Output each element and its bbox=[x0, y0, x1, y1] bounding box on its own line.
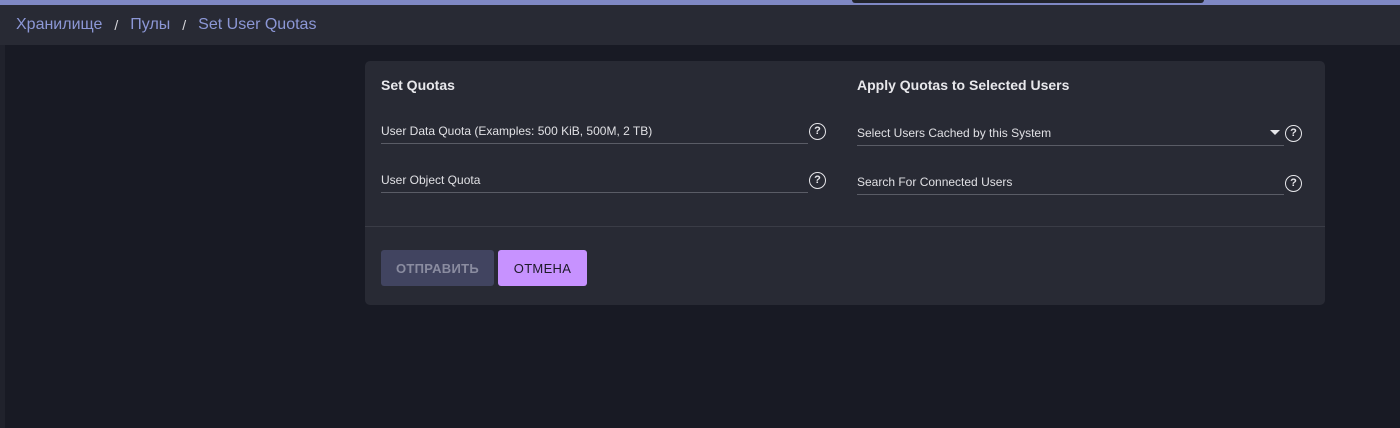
user-data-quota-label: User Data Quota (Examples: 500 KiB, 500M… bbox=[381, 124, 653, 138]
apply-quotas-title: Apply Quotas to Selected Users bbox=[857, 77, 1070, 93]
sidebar-edge bbox=[0, 45, 5, 428]
top-popup-edge bbox=[852, 0, 1204, 3]
help-icon[interactable]: ? bbox=[1285, 125, 1302, 142]
set-quotas-title: Set Quotas bbox=[381, 77, 455, 93]
breadcrumb: Хранилище / Пулы / Set User Quotas bbox=[0, 5, 1400, 45]
submit-button[interactable]: ОТПРАВИТЬ bbox=[381, 250, 494, 286]
help-icon[interactable]: ? bbox=[1285, 175, 1302, 192]
search-connected-users-label: Search For Connected Users bbox=[857, 175, 1013, 189]
select-cached-users-select[interactable]: Select Users Cached by this System bbox=[857, 120, 1284, 146]
user-data-quota-input[interactable]: User Data Quota (Examples: 500 KiB, 500M… bbox=[381, 118, 808, 144]
user-object-quota-label: User Object Quota bbox=[381, 173, 481, 187]
breadcrumb-current-page: Set User Quotas bbox=[198, 16, 317, 33]
cancel-button[interactable]: ОТМЕНА bbox=[498, 250, 587, 286]
search-connected-users-input[interactable]: Search For Connected Users bbox=[857, 169, 1284, 195]
caret-down-icon[interactable] bbox=[1270, 130, 1280, 135]
quotas-form-card: Set Quotas User Data Quota (Examples: 50… bbox=[365, 61, 1325, 305]
help-icon[interactable]: ? bbox=[809, 123, 826, 140]
select-cached-users-label: Select Users Cached by this System bbox=[857, 126, 1052, 140]
actions-divider bbox=[365, 226, 1325, 227]
breadcrumb-pools-link[interactable]: Пулы bbox=[130, 16, 170, 34]
breadcrumb-separator: / bbox=[114, 17, 119, 33]
help-icon[interactable]: ? bbox=[809, 172, 826, 189]
user-object-quota-input[interactable]: User Object Quota bbox=[381, 167, 808, 193]
breadcrumb-separator: / bbox=[182, 17, 187, 33]
breadcrumb-storage-link[interactable]: Хранилище bbox=[16, 16, 102, 34]
